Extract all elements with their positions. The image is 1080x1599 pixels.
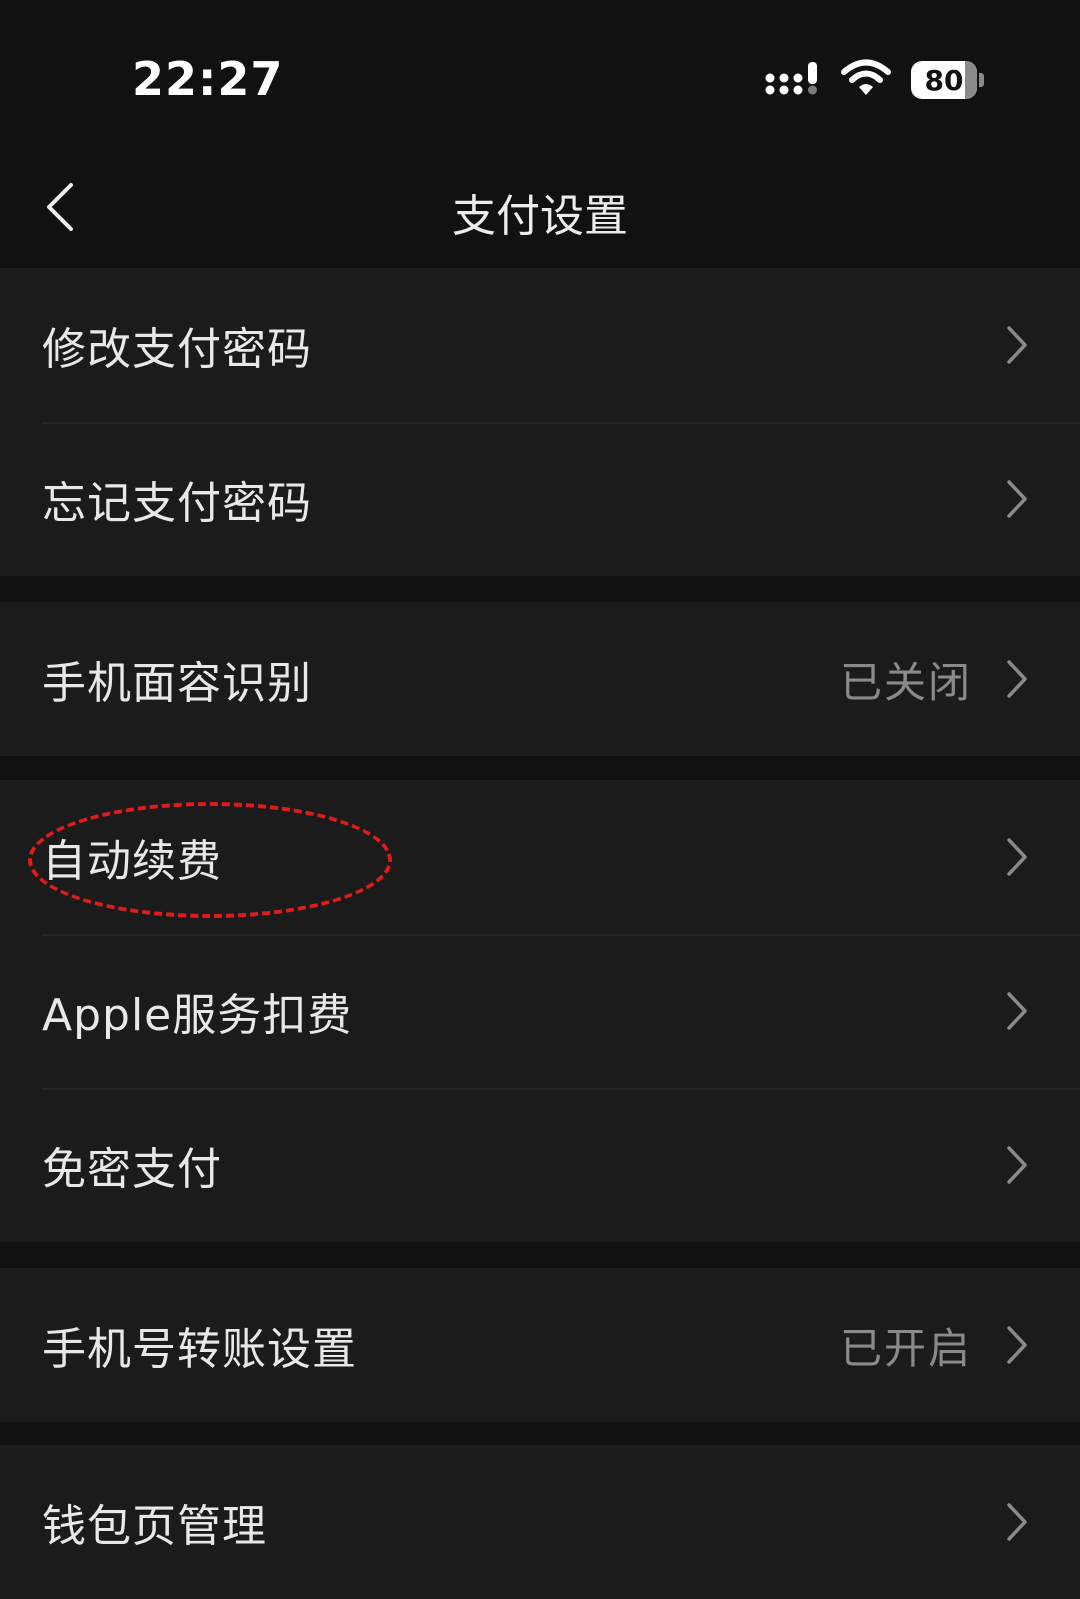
row-change-password[interactable]: 修改支付密码 <box>0 268 1080 422</box>
chevron-right-icon <box>1002 1143 1032 1187</box>
row-auto-renewal[interactable]: 自动续费 <box>0 780 1080 934</box>
row-phone-transfer-settings[interactable]: 手机号转账设置 已开启 <box>0 1268 1080 1422</box>
chevron-right-icon <box>1002 323 1032 367</box>
chevron-right-icon <box>1002 1500 1032 1544</box>
settings-group-password: 修改支付密码 忘记支付密码 <box>0 268 1080 576</box>
settings-group-wallet: 钱包页管理 <box>0 1445 1080 1599</box>
row-label: 手机面容识别 <box>42 658 312 709</box>
row-face-recognition[interactable]: 手机面容识别 已关闭 <box>0 602 1080 756</box>
row-label: 免密支付 <box>42 1144 222 1195</box>
row-forgot-password[interactable]: 忘记支付密码 <box>0 422 1080 576</box>
row-value: 已开启 <box>839 1323 972 1373</box>
page-title: 支付设置 <box>452 191 628 242</box>
settings-group-face-id: 手机面容识别 已关闭 <box>0 602 1080 756</box>
row-label: 自动续费 <box>42 836 222 887</box>
nav-bar: 支付设置 <box>0 150 1080 268</box>
battery-icon: 80 <box>911 61 977 99</box>
row-label: Apple服务扣费 <box>42 990 353 1041</box>
status-time: 22:27 <box>132 52 284 106</box>
status-icons: 80 <box>765 58 984 102</box>
chevron-right-icon <box>1002 477 1032 521</box>
battery-tip <box>979 73 984 87</box>
row-value: 已关闭 <box>839 657 972 707</box>
settings-group-phone-transfer: 手机号转账设置 已开启 <box>0 1268 1080 1422</box>
wifi-icon <box>841 59 891 101</box>
battery-level: 80 <box>924 63 964 97</box>
row-label: 手机号转账设置 <box>42 1324 357 1375</box>
row-label: 钱包页管理 <box>42 1501 267 1552</box>
signal-icon <box>765 58 821 102</box>
row-wallet-page-management[interactable]: 钱包页管理 <box>0 1445 1080 1599</box>
chevron-right-icon <box>1002 835 1032 879</box>
row-password-free-payment[interactable]: 免密支付 <box>0 1088 1080 1242</box>
chevron-right-icon <box>1002 1323 1032 1367</box>
row-label: 忘记支付密码 <box>42 478 312 529</box>
row-apple-service-deduction[interactable]: Apple服务扣费 <box>0 934 1080 1088</box>
row-label: 修改支付密码 <box>42 324 312 375</box>
chevron-right-icon <box>1002 657 1032 701</box>
status-bar: 22:27 80 <box>0 0 1080 150</box>
settings-group-deductions: 自动续费 Apple服务扣费 免密支付 <box>0 780 1080 1242</box>
chevron-right-icon <box>1002 989 1032 1033</box>
